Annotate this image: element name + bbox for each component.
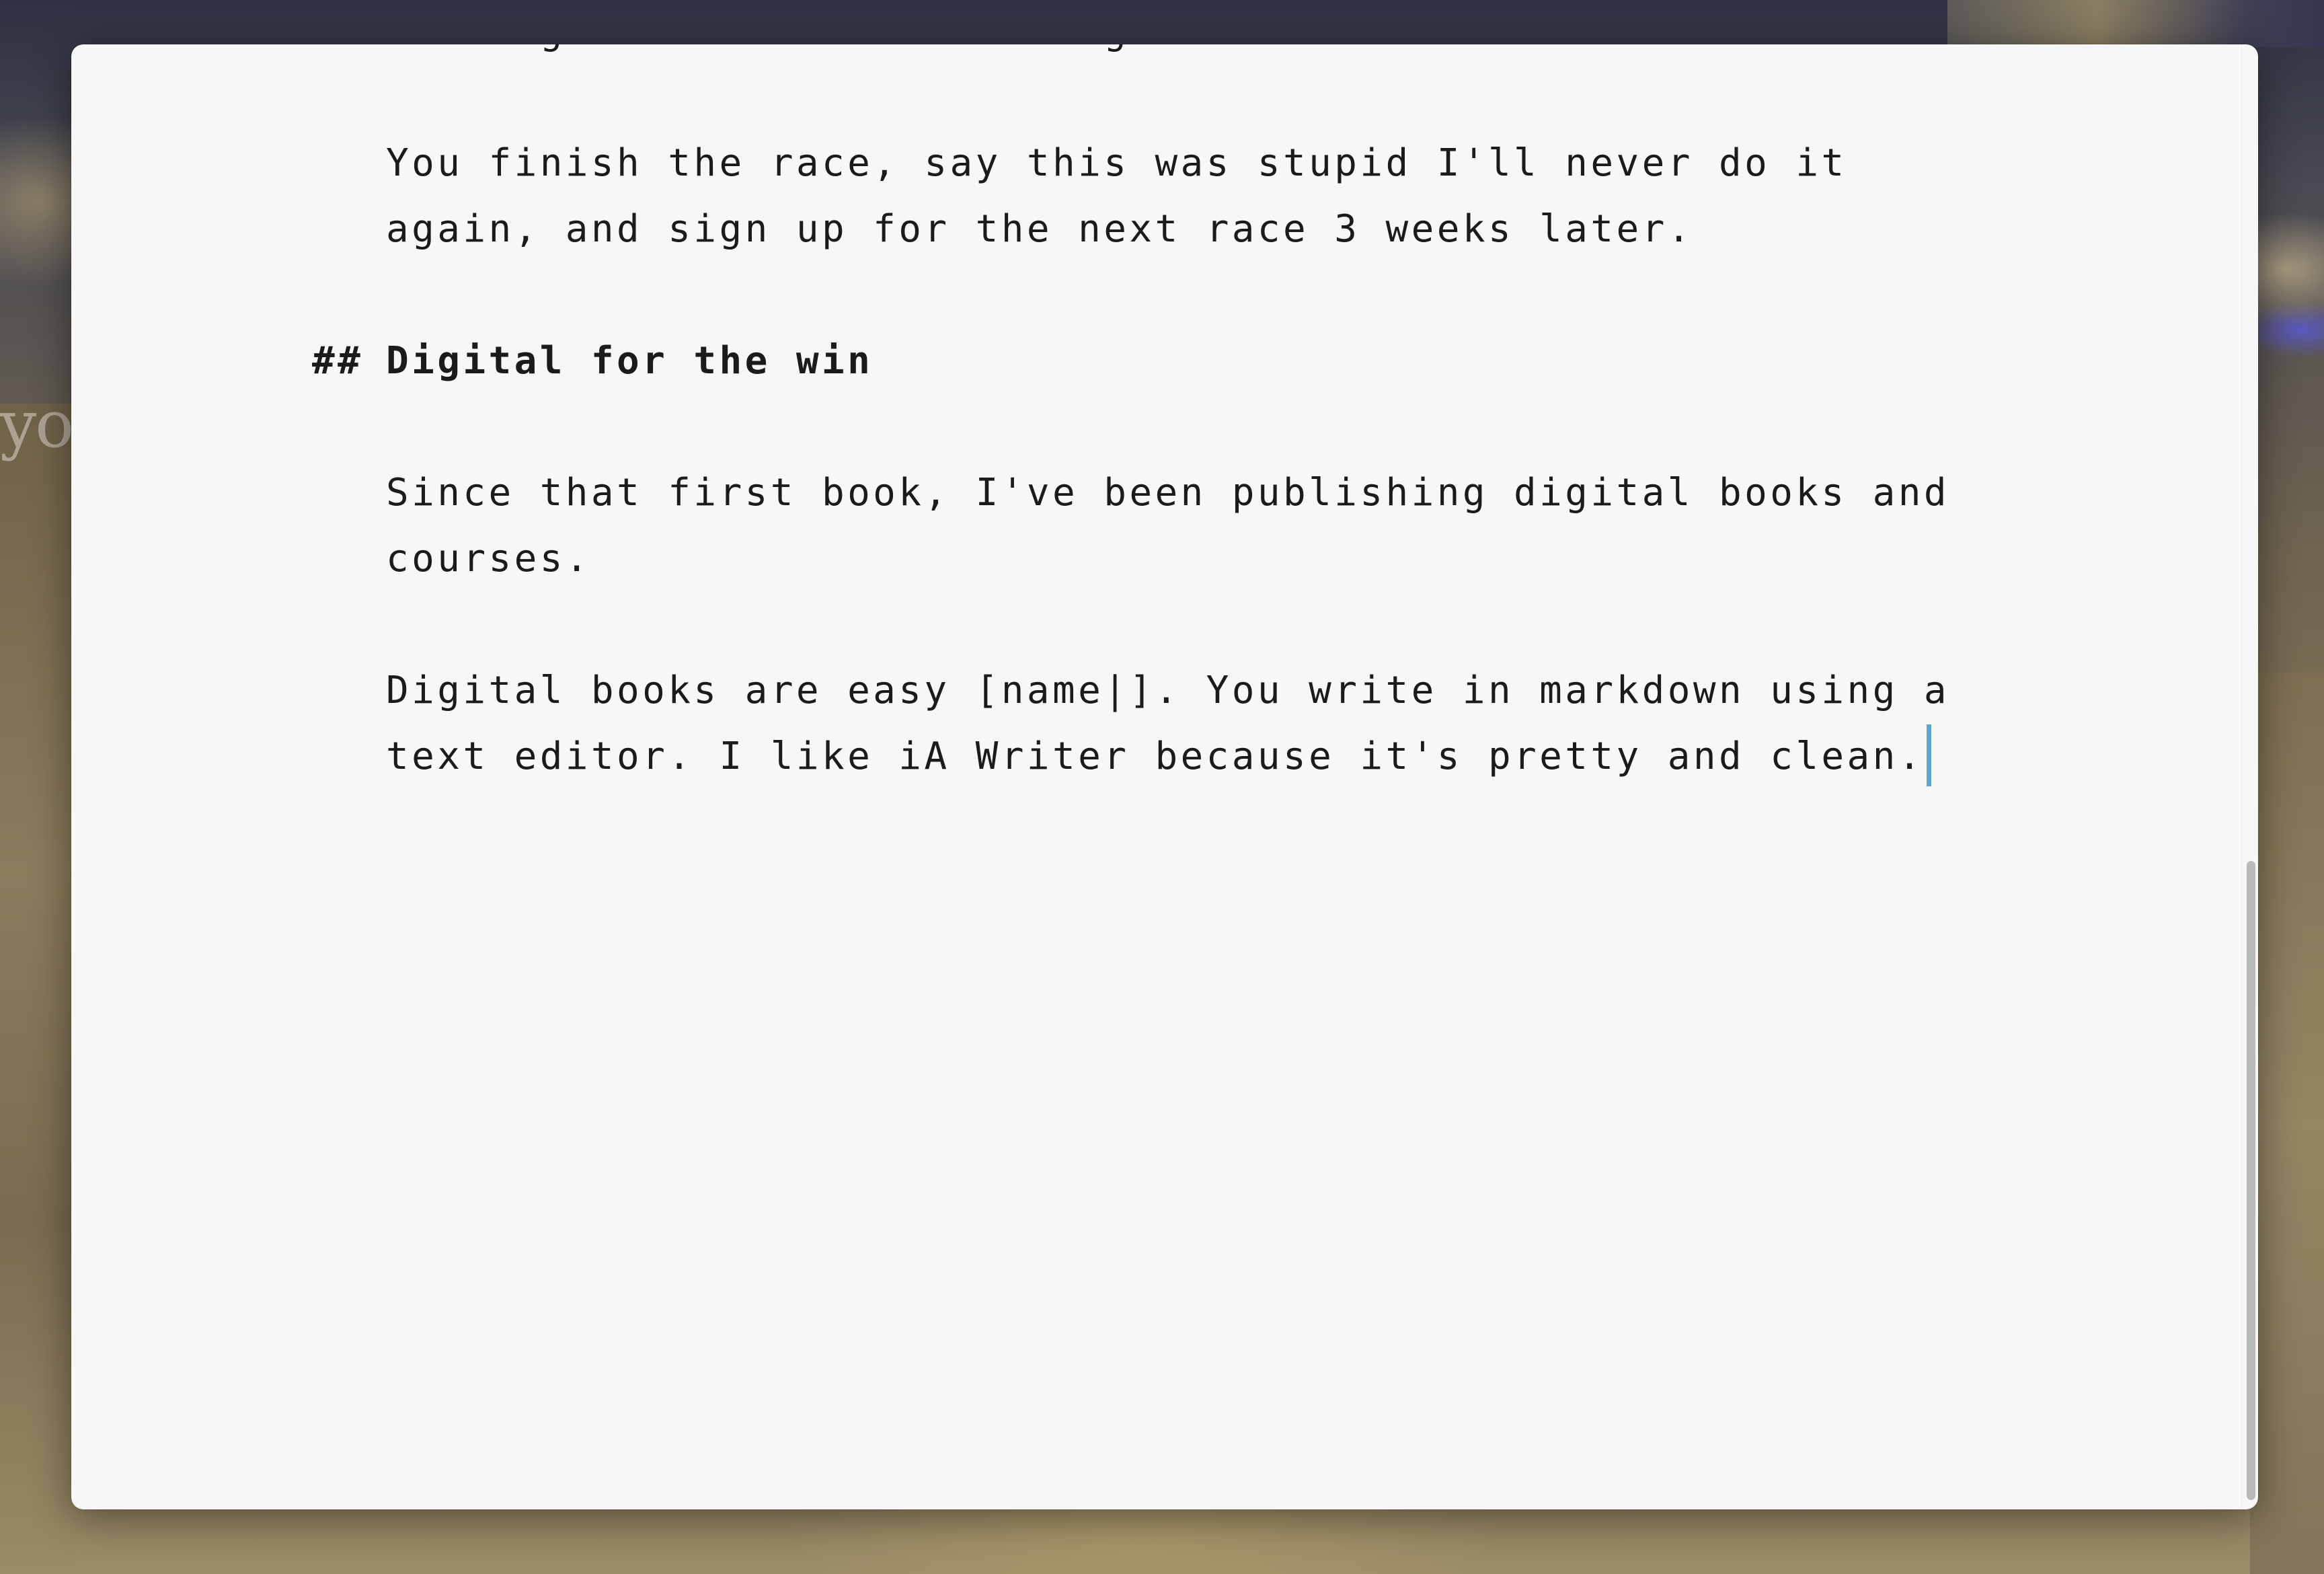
wallpaper-right-detail — [2250, 673, 2324, 1574]
heading-marker: ## — [312, 339, 364, 383]
paragraph-line: courses. — [386, 537, 591, 580]
text-caret — [1926, 724, 1931, 786]
scrollbar-thumb[interactable] — [2247, 861, 2255, 1500]
paragraph-line: again, and sign up for the next race 3 w… — [386, 207, 1693, 251]
document-content[interactable]: Writing books is like running marathons.… — [312, 44, 2000, 790]
editor-window: Writing books is like running marathons.… — [71, 44, 2258, 1509]
text-editor[interactable]: Writing books is like running marathons.… — [71, 44, 2258, 1509]
heading-text: Digital for the win — [386, 339, 874, 383]
markdown-heading: ## Digital for the win — [312, 328, 2000, 394]
paragraph-line: Digital books are easy [name|]. You writ… — [386, 669, 1950, 712]
wallpaper-top-detail — [1947, 0, 2324, 47]
paragraph-line-with-caret: text editor. I like iA Writer because it… — [386, 724, 2000, 790]
paragraph-text: text editor. I like iA Writer because it… — [386, 735, 1924, 778]
vertical-scrollbar[interactable] — [2241, 44, 2258, 1509]
paragraph-line: Since that first book, I've been publish… — [386, 471, 1950, 515]
wallpaper-text: yo — [0, 387, 74, 462]
wallpaper-left-detail — [0, 404, 74, 1574]
paragraph-line: You finish the race, say this was stupid… — [386, 141, 1847, 185]
paragraph-line: Writing books is like running marathons. — [386, 44, 2000, 65]
